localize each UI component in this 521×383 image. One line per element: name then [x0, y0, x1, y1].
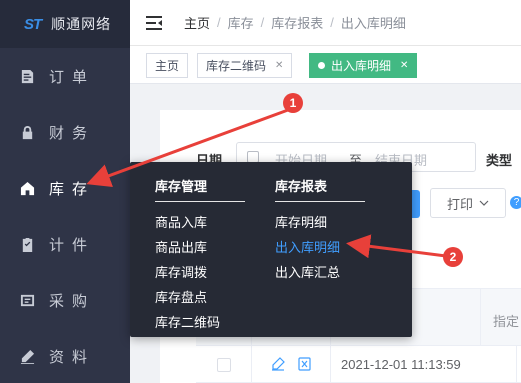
tab-bar: 主页 库存二维码 ✕ 出入库明细 ✕	[130, 46, 521, 84]
tab-home[interactable]: 主页	[146, 53, 189, 78]
top-bar: 主页 / 库存 / 库存报表 / 出入库明细	[130, 0, 521, 46]
sidebar-item-inventory[interactable]: 库存	[0, 160, 130, 216]
purchase-icon	[20, 294, 35, 306]
tab-label: 出入库明细	[331, 59, 392, 73]
menu-item-stock-detail[interactable]: 库存明细	[275, 212, 327, 231]
sidebar-item-label: 订单	[49, 68, 96, 86]
order-icon	[21, 69, 34, 83]
close-icon[interactable]: ✕	[275, 60, 283, 71]
type-label: 类型	[486, 153, 513, 168]
breadcrumb-home[interactable]: 主页	[184, 13, 210, 32]
menu-item-goods-out[interactable]: 商品出库	[155, 237, 207, 256]
column-header: 指定	[493, 314, 520, 329]
help-icon[interactable]: ?	[510, 196, 521, 209]
menu-item-goods-in[interactable]: 商品入库	[155, 212, 207, 231]
sidebar-item-label: 资料	[49, 348, 96, 366]
close-icon[interactable]: ✕	[400, 60, 408, 71]
lock-icon	[22, 125, 33, 139]
sidebar-item-label: 库存	[49, 180, 96, 198]
edit-icon[interactable]	[271, 357, 285, 371]
menu-toggle-icon[interactable]	[146, 15, 162, 30]
tab-inout-detail[interactable]: 出入库明细 ✕	[309, 53, 418, 78]
active-dot-icon	[318, 62, 325, 69]
sidebar-item-piecework[interactable]: 计件	[0, 216, 130, 272]
pen-icon	[20, 349, 35, 364]
inventory-dropdown-menu: 库存管理 商品入库 商品出库 库存调拨 库存盘点 库存二维码 库存报表 库存明细…	[130, 162, 412, 337]
menu-item-inout-summary[interactable]: 出入库汇总	[275, 262, 340, 281]
sidebar-item-label: 财务	[49, 124, 96, 142]
table-row: 2021-12-01 11:13:59	[196, 346, 521, 383]
breadcrumb-separator: /	[217, 15, 221, 30]
print-button[interactable]: 打印	[430, 188, 506, 218]
sidebar: ST 顺通网络 订单 财务 库存 计件 采购 资料	[0, 0, 130, 383]
menu-item-stocktake[interactable]: 库存盘点	[155, 287, 207, 306]
column-divider	[516, 346, 517, 383]
menu-group-title: 库存报表	[275, 179, 328, 194]
row-checkbox[interactable]	[217, 358, 231, 372]
menu-divider	[155, 201, 245, 202]
tab-label: 主页	[155, 59, 180, 73]
app-logo[interactable]: ST 顺通网络	[0, 0, 130, 48]
sidebar-item-label: 计件	[49, 236, 96, 254]
column-divider	[330, 346, 331, 383]
breadcrumb-inventory[interactable]: 库存	[228, 13, 254, 32]
breadcrumb-current: 出入库明细	[340, 16, 406, 31]
sidebar-item-label: 采购	[49, 292, 96, 310]
menu-item-transfer[interactable]: 库存调拨	[155, 262, 207, 281]
row-time: 2021-12-01 11:13:59	[341, 357, 461, 372]
menu-group-title: 库存管理	[155, 179, 208, 194]
print-button-label: 打印	[446, 196, 473, 212]
menu-item-qrcode[interactable]: 库存二维码	[155, 312, 220, 331]
app-name: 顺通网络	[51, 16, 112, 32]
breadcrumb-inventory-report[interactable]: 库存报表	[271, 13, 323, 32]
annotation-badge-1: 1	[283, 93, 303, 113]
logo-mark: ST	[24, 15, 42, 33]
home-icon	[20, 181, 35, 195]
column-divider	[480, 289, 481, 347]
excel-icon[interactable]	[298, 357, 311, 371]
tab-label: 库存二维码	[206, 59, 267, 73]
menu-item-inout-detail[interactable]: 出入库明细	[275, 237, 340, 256]
sidebar-item-orders[interactable]: 订单	[0, 48, 130, 104]
menu-divider	[275, 201, 365, 202]
breadcrumb: 主页 / 库存 / 库存报表 / 出入库明细	[184, 13, 406, 32]
sidebar-item-finance[interactable]: 财务	[0, 104, 130, 160]
breadcrumb-separator: /	[330, 15, 334, 30]
sidebar-item-purchase[interactable]: 采购	[0, 272, 130, 328]
sidebar-item-data[interactable]: 资料	[0, 328, 130, 383]
annotation-badge-2: 2	[443, 247, 463, 267]
column-divider	[251, 346, 252, 383]
chevron-down-icon	[479, 200, 489, 206]
breadcrumb-separator: /	[260, 15, 265, 30]
clipboard-icon	[22, 237, 33, 252]
tab-inventory-qrcode[interactable]: 库存二维码 ✕	[197, 53, 293, 78]
